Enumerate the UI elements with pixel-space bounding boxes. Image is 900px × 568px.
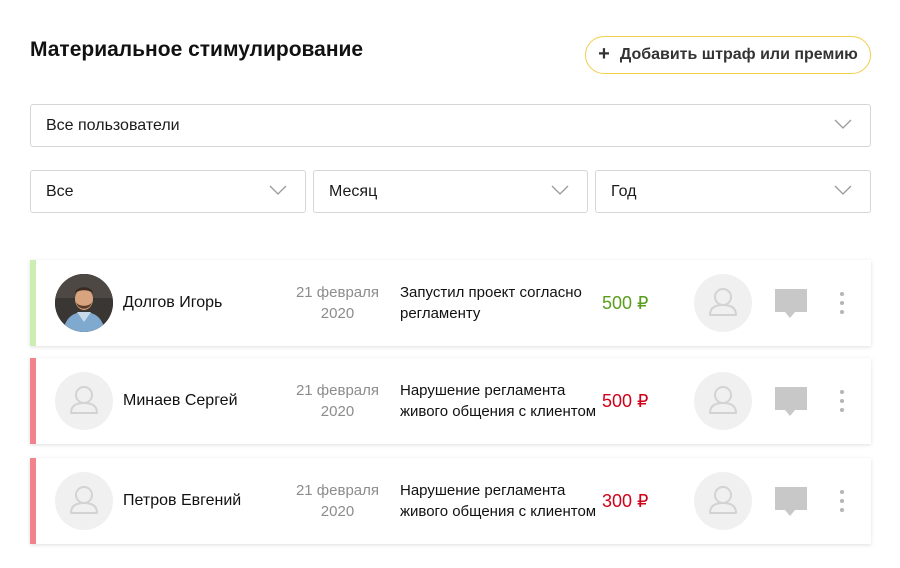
author-avatar	[694, 372, 752, 430]
comment-icon[interactable]	[773, 385, 809, 419]
record-amount: 500 ₽	[602, 390, 649, 411]
add-penalty-or-bonus-button[interactable]: + Добавить штраф или премию	[585, 36, 871, 74]
comment-icon[interactable]	[773, 485, 809, 519]
record-row[interactable]: Петров Евгений 21 февраля 2020 Нарушение …	[30, 458, 871, 544]
user-icon	[709, 288, 737, 316]
record-date: 21 февраля 2020	[285, 260, 390, 346]
bonus-stripe	[30, 260, 36, 346]
page-title: Материальное стимулирование	[30, 38, 364, 61]
chevron-down-icon	[551, 185, 569, 195]
type-filter-select[interactable]: Все	[30, 170, 306, 213]
record-description: Запустил проект согласно регламенту	[400, 284, 582, 322]
month-filter-select[interactable]: Месяц	[313, 170, 588, 213]
author-avatar	[694, 472, 752, 530]
penalty-stripe	[30, 358, 36, 444]
more-vertical-icon[interactable]	[834, 291, 850, 315]
record-date: 21 февраля 2020	[285, 358, 390, 444]
penalty-stripe	[30, 458, 36, 544]
user-icon	[709, 386, 737, 414]
avatar	[55, 372, 113, 430]
record-date-day: 21 февраля	[295, 284, 380, 301]
record-date-year: 2020	[320, 503, 355, 520]
record-date-year: 2020	[320, 403, 355, 420]
users-filter-select[interactable]: Все пользователи	[30, 104, 871, 147]
record-amount: 500 ₽	[602, 292, 649, 313]
employee-name: Долгов Игорь	[123, 294, 223, 311]
chevron-down-icon	[834, 185, 852, 195]
record-row[interactable]: Минаев Сергей 21 февраля 2020 Нарушение р…	[30, 358, 871, 444]
record-date-day: 21 февраля	[295, 382, 380, 399]
record-row[interactable]: Долгов Игорь 21 февраля 2020 Запустил про…	[30, 260, 871, 346]
user-icon	[709, 486, 737, 514]
employee-name: Петров Евгений	[123, 492, 242, 509]
record-date-year: 2020	[320, 305, 355, 322]
chevron-down-icon	[834, 119, 852, 129]
plus-icon: +	[598, 43, 610, 65]
record-description: Нарушение регламента живого общения с кл…	[400, 482, 597, 520]
author-avatar	[694, 274, 752, 332]
record-date: 21 февраля 2020	[285, 458, 390, 544]
year-filter-value: Год	[611, 182, 637, 200]
users-filter-value: Все пользователи	[46, 116, 180, 134]
avatar	[55, 472, 113, 530]
month-filter-value: Месяц	[329, 182, 378, 200]
avatar	[55, 274, 113, 332]
user-icon	[70, 486, 98, 514]
year-filter-select[interactable]: Год	[595, 170, 871, 213]
comment-icon[interactable]	[773, 287, 809, 321]
more-vertical-icon[interactable]	[834, 489, 850, 513]
record-amount: 300 ₽	[602, 490, 649, 511]
type-filter-value: Все	[46, 182, 74, 200]
chevron-down-icon	[269, 185, 287, 195]
user-icon	[70, 386, 98, 414]
add-button-label: Добавить штраф или премию	[619, 46, 858, 63]
employee-name: Минаев Сергей	[123, 392, 238, 409]
record-date-day: 21 февраля	[295, 482, 380, 499]
more-vertical-icon[interactable]	[834, 389, 850, 413]
record-description: Нарушение регламента живого общения с кл…	[400, 382, 597, 420]
